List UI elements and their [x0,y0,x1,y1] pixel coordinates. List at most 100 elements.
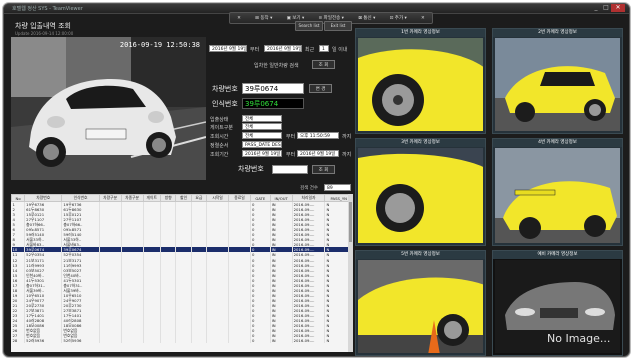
toolbar-close-left[interactable]: ✕ [237,16,241,21]
car-number-field[interactable]: 39루0674 [242,83,304,94]
gate-select[interactable]: 전체 [242,123,282,130]
result-count-field: 89 [324,184,351,191]
column-header[interactable]: 차량구분 [98,194,122,202]
thumb-image [358,38,483,131]
bottom-car-number-label: 차량번호 [238,165,264,173]
close-button[interactable]: ✕ [611,4,625,12]
table-scrollbar[interactable] [348,194,353,352]
search-button-bottom[interactable]: 조 회 [312,165,335,174]
column-header[interactable]: 할인 [175,194,192,202]
camera-thumb-5[interactable]: 5번 카메라 영상정보 [355,250,486,356]
table-cell: 0 [250,338,271,344]
table-cell: 2016-09-... [292,338,326,344]
main-camera-view: 2016-09-19 12:50:38 [11,37,206,180]
column-header[interactable]: GATE [249,194,271,202]
table-cell [228,338,251,344]
window-controls: _ □ ✕ [591,4,625,12]
search-list-button[interactable]: Search list [295,21,323,31]
exit-list-button[interactable]: Exit list [324,21,352,31]
time-from-field[interactable]: 오후 11:50:59 [297,132,339,139]
thumb-caption: 1번 카메라 영상정보 [356,29,485,37]
no-image-text: No Image... [547,332,611,345]
app-window: 호텔웹 정산 SYS - TeamViewer _ □ ✕ ✕ ⊞ 동작 ▾ ▣… [3,3,630,357]
days-suffix-label: 일 이내 [332,47,348,53]
thumb-caption: 4번 카메라 영상정보 [493,139,622,147]
thumb-image [495,148,620,243]
car-number-label: 차량번호 [212,85,238,93]
date-from-suffix: 부터 [250,47,260,53]
minimize-button[interactable]: _ [591,4,601,12]
camera-thumb-4[interactable]: 4번 카메라 영상정보 [492,138,623,246]
column-header[interactable]: 게이트 [142,194,162,202]
table-cell [206,338,230,344]
detail-label-gate: 게이트구분 [210,125,234,131]
detail-label-period: 조회기간 [210,152,229,158]
result-count-label: 검색 건수 [300,186,318,191]
column-header[interactable]: No [11,194,26,202]
column-header[interactable]: 종료일 [228,194,251,202]
days-prefix-label: 최근 [305,47,315,53]
thumb-caption: 2번 카메라 영상정보 [493,29,622,37]
period-to-label: 까지 [342,152,352,158]
period-from-label: 부터 [286,152,296,158]
status-select[interactable]: 전체 [242,115,282,122]
car-photo [11,37,206,180]
time-from-label: 부터 [286,134,296,140]
time-to-label: 까지 [342,134,352,140]
table-row[interactable]: 28 52러5936 52러5936 0 IN 2016-09-... N [11,338,353,344]
table-cell [99,338,122,344]
column-header[interactable]: 처리일자 [291,194,326,202]
maximize-button[interactable]: □ [601,4,611,12]
page-title: 차량 입출내역 조회 [15,22,71,30]
table-cell [143,338,162,344]
column-header[interactable]: 차량번호 [24,194,63,202]
camera-timestamp: 2016-09-19 12:50:38 [119,41,200,49]
scrollbar-thumb[interactable] [349,202,352,242]
search-button-top[interactable]: 조 회 [312,60,335,69]
thumb-caption: 3번 카메라 영상정보 [356,139,485,147]
toolbar-action-menu[interactable]: ⊞ 동작 ▾ [255,15,272,21]
table-cell: 28 [11,338,26,344]
camera-thumb-3[interactable]: 3번 카메라 영상정보 [355,138,486,246]
table-cell [160,338,177,344]
toolbar-comm-menu[interactable]: ⊠ 통신 ▾ [358,15,375,21]
window-title: 호텔웹 정산 SYS - TeamViewer [12,6,83,12]
thumb-caption: 5번 카메라 영상정보 [356,251,485,259]
column-header[interactable]: 시작일 [206,194,230,202]
change-button[interactable]: 변 경 [309,84,332,93]
thumb-caption: 예비 카메라 영상정보 [493,251,622,259]
column-header[interactable]: IN/OUT [269,194,293,202]
thumb-image: No Image... [495,260,620,353]
column-header[interactable]: 요금 [190,194,208,202]
detail-label-status: 입출상태 [210,117,229,123]
bottom-car-number-input[interactable] [272,165,308,174]
date-from-picker[interactable]: 2016년 9월 19일 [209,45,247,52]
days-input[interactable]: 1 [319,45,329,52]
period-from-field[interactable]: 2016년 9월 19일 [242,150,282,157]
column-header[interactable]: 인식번호 [61,194,100,202]
detail-label-time: 조회시간 [210,134,229,140]
thumb-image [358,148,483,243]
camera-thumb-1[interactable]: 1번 카메라 영상정보 [355,28,486,134]
sort-select[interactable]: PASS_DATE DESC [242,141,282,148]
column-header[interactable]: 차종구분 [120,194,144,202]
toolbar-extra-menu[interactable]: ⊡ 추가 ▾ [390,15,407,21]
table-cell [121,338,144,344]
table-cell: 52러5936 [24,338,63,344]
period-to-field[interactable]: 2016년 9월 19일 [297,150,339,157]
camera-thumb-spare[interactable]: 예비 카메라 영상정보 No Image... [492,250,623,356]
time-select[interactable]: 전체 [242,132,282,139]
table-cell [191,338,208,344]
date-to-picker[interactable]: 2016년 9월 19일 [264,45,302,52]
table-cell: IN [270,338,293,344]
table-cell [175,338,192,344]
detail-label-sort: 정렬순서 [210,143,229,149]
table-cell: 52러5936 [61,338,100,344]
page-subtitle: Update 2016-09-14 12:00:00 [15,31,74,36]
auto-search-label: 입차한 일반차량 검색 [254,63,299,69]
thumb-image [358,260,483,353]
toolbar-close-right[interactable]: ✕ [421,16,425,21]
column-header[interactable]: 방향 [160,194,177,202]
table-header-row: No 차량번호 인식번호 차량구분 차종구분 게이트 방향 할인 요금 시작일 종료일 GATE IN/… [11,194,353,202]
camera-thumb-2[interactable]: 2번 카메라 영상정보 [492,28,623,134]
